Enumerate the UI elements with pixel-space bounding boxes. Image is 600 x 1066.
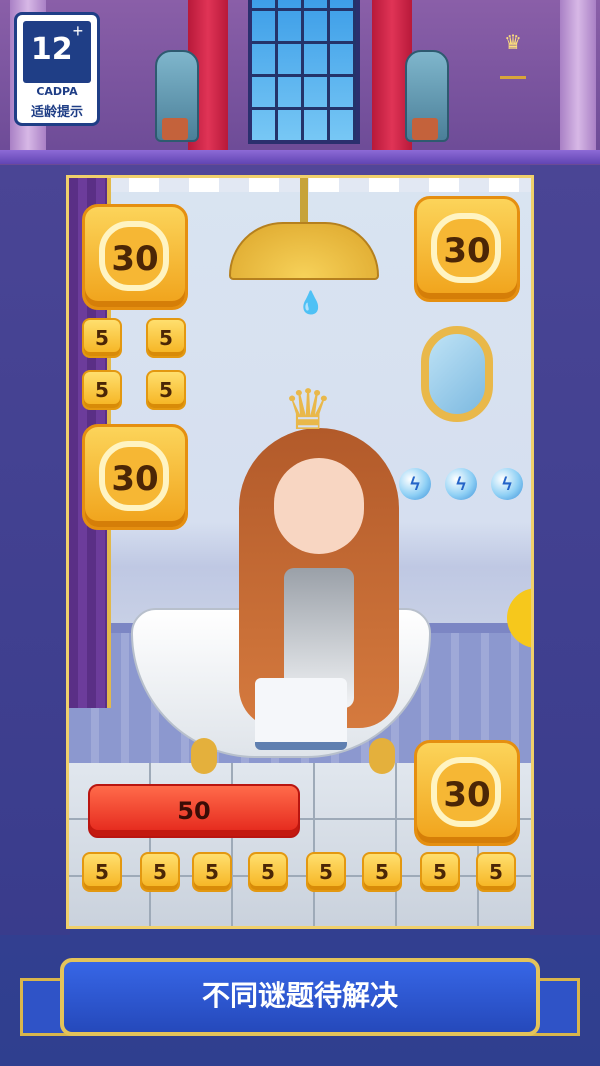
left-wall (0, 165, 70, 935)
tile-5[interactable]: 5 (248, 852, 288, 892)
showerhead: 💧 (229, 178, 379, 318)
ribbon-banner: 不同谜题待解决 (60, 958, 540, 1036)
tile-5[interactable]: 5 (146, 370, 186, 410)
tile-5[interactable]: 5 (140, 852, 180, 892)
tile-5[interactable]: 5 (146, 318, 186, 358)
candelabra-icon: ♛ (500, 30, 526, 79)
mirror (421, 326, 493, 422)
age-plus: + (72, 21, 84, 41)
tile-30[interactable]: 30 (414, 740, 520, 846)
tile-5[interactable]: 5 (420, 852, 460, 892)
tub-foot (369, 738, 395, 774)
lightning-bubble-icon[interactable]: ϟ (399, 468, 431, 500)
lightning-bubble-icon[interactable]: ϟ (491, 468, 523, 500)
tile-value: 30 (443, 231, 491, 271)
caption-text: 不同谜题待解决 (201, 979, 398, 1012)
water-drop-icon: 💧 (297, 290, 325, 315)
age-org: CADPA (36, 85, 78, 98)
tile-30[interactable]: 30 (414, 196, 520, 302)
tile-5[interactable]: 5 (476, 852, 516, 892)
tile-5[interactable]: 5 (192, 852, 232, 892)
tile-value: 30 (111, 459, 159, 499)
tile-30[interactable]: 30 (82, 424, 188, 530)
tile-5[interactable]: 5 (362, 852, 402, 892)
age-rating: 12 (30, 32, 73, 67)
castle-window (248, 0, 360, 144)
target-sum-bar: 50 (88, 784, 300, 838)
tile-5[interactable]: 5 (82, 852, 122, 892)
tile-value: 30 (111, 239, 159, 279)
pillar (560, 0, 596, 160)
towel (255, 678, 347, 750)
ledge (0, 150, 600, 164)
tile-30[interactable]: 30 (82, 204, 188, 310)
armor-stand (162, 118, 188, 140)
age-note: 适龄提示 (30, 105, 83, 120)
caption-ribbon: 不同谜题待解决 (20, 950, 580, 1050)
tub-foot (191, 738, 217, 774)
tile-value: 30 (443, 775, 491, 815)
armor-stand (412, 118, 438, 140)
age-rating-badge: 12+ CADPA 适龄提示 (14, 12, 100, 126)
tile-5[interactable]: 5 (306, 852, 346, 892)
right-wall (530, 165, 600, 935)
crown-icon: ♛ (282, 378, 334, 441)
lightning-bubble-icon[interactable]: ϟ (445, 468, 477, 500)
tile-5[interactable]: 5 (82, 318, 122, 358)
tile-5[interactable]: 5 (82, 370, 122, 410)
